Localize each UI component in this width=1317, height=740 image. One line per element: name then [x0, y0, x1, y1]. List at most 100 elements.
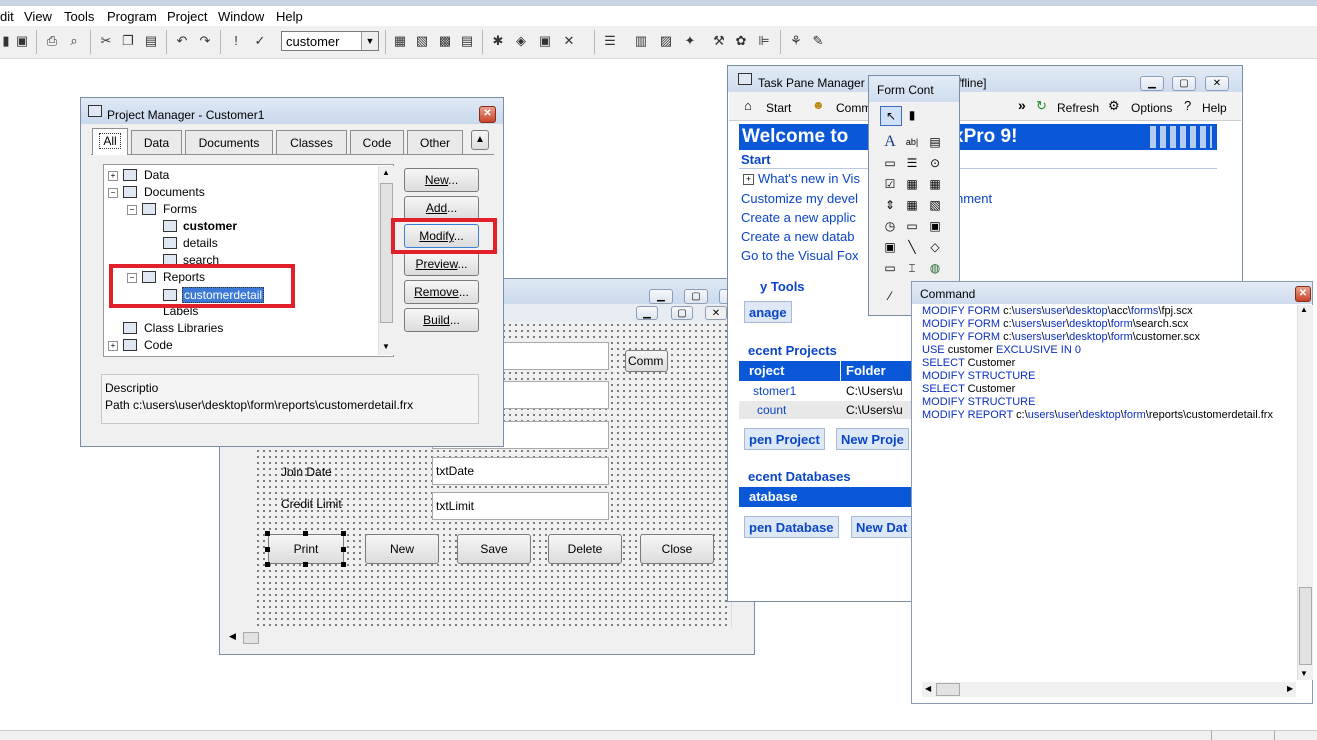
command-line[interactable]: MODIFY FORM c:\users\user\desktop\form\s… — [922, 318, 1188, 330]
command-line[interactable]: MODIFY FORM c:\users\user\desktop\form\c… — [922, 331, 1200, 343]
tab-other[interactable]: Other — [407, 130, 463, 154]
home-icon[interactable]: ⌂ — [744, 98, 752, 113]
command-line[interactable]: MODIFY FORM c:\users\user\desktop\acc\fo… — [922, 305, 1193, 317]
refresh-icon[interactable]: ↻ — [1036, 98, 1047, 114]
add-button[interactable]: Add... — [404, 196, 479, 220]
properties-icon[interactable]: ⚒ — [709, 31, 729, 51]
data-environment-icon[interactable]: ✦ — [680, 31, 700, 51]
label-icon[interactable]: A — [880, 133, 900, 151]
line-icon[interactable]: ╲ — [902, 238, 922, 256]
command-line[interactable]: USE customer EXCLUSIVE IN 0 — [922, 344, 1081, 356]
print-button[interactable]: Print — [268, 534, 344, 564]
command-window-icon[interactable]: ▦ — [390, 31, 410, 51]
paste-icon[interactable]: ▤ — [141, 31, 161, 51]
project-manager-titlebar[interactable]: Project Manager - Customer1 — [81, 98, 503, 124]
image-icon[interactable]: ▧ — [925, 196, 945, 214]
menu-window[interactable]: Window — [218, 9, 264, 24]
build-button[interactable]: Build... — [404, 308, 479, 332]
textbox-icon[interactable]: ab| — [902, 133, 922, 151]
builder-lock-icon[interactable]: ▮ — [902, 106, 922, 124]
minimize-icon[interactable]: ▁ — [1140, 76, 1164, 91]
container-icon[interactable]: ▭ — [880, 259, 900, 277]
run-icon[interactable]: ! — [226, 31, 246, 51]
copy-icon[interactable]: ❐ — [118, 31, 138, 51]
tree-vertical-scrollbar[interactable]: ▲ ▼ — [378, 166, 394, 355]
tab-data[interactable]: Data — [131, 130, 182, 154]
tree-node-forms[interactable]: Forms — [163, 202, 197, 216]
modify-icon[interactable]: ✓ — [250, 31, 270, 51]
hyperlink-icon[interactable]: ◍ — [925, 259, 945, 277]
txtdate-textbox[interactable]: txtDate — [432, 457, 609, 485]
maximize-icon[interactable]: ▢ — [1172, 76, 1196, 91]
tab-all[interactable]: All — [92, 128, 128, 155]
color-palette-icon[interactable]: ▨ — [656, 31, 676, 51]
community-icon[interactable]: ☻ — [812, 98, 825, 112]
inner-maximize-icon[interactable]: ▢ — [671, 306, 693, 320]
open-database-button[interactable]: pen Database — [744, 516, 839, 538]
new-button[interactable]: New... — [404, 168, 479, 192]
menu-view[interactable]: View — [24, 9, 52, 24]
collapse-toggle-button[interactable]: ▲ — [471, 130, 489, 150]
scrollbar-thumb[interactable] — [243, 632, 259, 644]
command-line[interactable]: SELECT Customer — [922, 357, 1015, 369]
toolbox-icon[interactable]: ✕ — [559, 31, 579, 51]
ole-container-icon[interactable]: ▣ — [925, 217, 945, 235]
cut-icon[interactable]: ✂ — [96, 31, 116, 51]
new-application-link[interactable]: Create a new applic — [741, 210, 856, 225]
save-button[interactable]: Save — [457, 534, 531, 564]
preview-button[interactable]: Preview... — [404, 252, 479, 276]
shape-icon[interactable]: ◇ — [925, 238, 945, 256]
command-line[interactable]: MODIFY STRUCTURE — [922, 370, 1035, 382]
form-controls-toolbar-icon[interactable]: ▥ — [631, 31, 651, 51]
autoformat-icon[interactable]: ✎ — [808, 31, 828, 51]
scroll-up-icon[interactable]: ▲ — [382, 168, 390, 177]
scroll-down-icon[interactable]: ▼ — [382, 342, 390, 351]
txtlimit-textbox[interactable]: txtLimit — [432, 492, 609, 520]
new-database-button[interactable]: New Dat — [851, 516, 913, 538]
scrollbar-thumb[interactable] — [936, 683, 960, 696]
object-browser-icon[interactable]: ▣ — [535, 31, 555, 51]
tab-code[interactable]: Code — [350, 130, 404, 154]
collapse-icon[interactable]: − — [127, 205, 137, 215]
minimize-icon[interactable]: ▁ — [649, 289, 673, 304]
customize-link-tail[interactable]: nment — [956, 191, 992, 206]
more-chevron-icon[interactable]: » — [1018, 97, 1026, 113]
grid-icon[interactable]: ▦ — [902, 196, 922, 214]
code-icon[interactable]: ✿ — [731, 31, 751, 51]
pageframe-icon[interactable]: ▭ — [902, 217, 922, 235]
maximize-icon[interactable]: ▢ — [684, 289, 708, 304]
report-icon[interactable]: ▤ — [457, 31, 477, 51]
nav-start[interactable]: Start — [766, 101, 791, 115]
help-icon[interactable]: ? — [1184, 98, 1191, 113]
spinner-icon[interactable]: ⇕ — [880, 196, 900, 214]
scroll-left-icon[interactable]: ◀ — [925, 684, 931, 693]
builder-icon[interactable]: ⚘ — [786, 31, 806, 51]
class-browser-icon[interactable]: ◈ — [511, 31, 531, 51]
tree-node-code[interactable]: Code — [144, 338, 173, 352]
editbox-icon[interactable]: ▤ — [925, 133, 945, 151]
command-vertical-scrollbar[interactable]: ▲ ▼ — [1297, 305, 1313, 680]
close-icon[interactable]: ✕ — [1295, 286, 1311, 302]
separator-icon[interactable]: ⌶ — [902, 259, 922, 277]
tab-order-icon[interactable]: ⊫ — [754, 31, 774, 51]
open-project-button[interactable]: pen Project — [744, 428, 825, 450]
expand-icon[interactable]: + — [108, 171, 118, 181]
scroll-left-icon[interactable]: ◀ — [229, 631, 236, 642]
nav-community[interactable]: Comm — [836, 101, 871, 115]
project-name[interactable]: count — [757, 403, 786, 417]
remove-button[interactable]: Remove... — [404, 280, 479, 304]
menu-edit[interactable]: dit — [0, 9, 14, 24]
command-button-partial[interactable]: Comm — [625, 350, 668, 372]
tree-node-customer-form[interactable]: customer — [183, 219, 237, 233]
visual-foxpro-link[interactable]: Go to the Visual Fox — [741, 248, 859, 263]
tree-node-class-libraries[interactable]: Class Libraries — [144, 321, 223, 335]
save-icon[interactable]: ▣ — [12, 31, 32, 51]
undo-icon[interactable]: ↶ — [172, 31, 192, 51]
new-database-link[interactable]: Create a new datab — [741, 229, 854, 244]
tree-node-documents[interactable]: Documents — [144, 185, 205, 199]
project-name[interactable]: stomer1 — [753, 384, 796, 398]
scroll-up-icon[interactable]: ▲ — [1300, 305, 1308, 314]
checkbox-icon[interactable]: ☑ — [880, 175, 900, 193]
inner-close-icon[interactable]: ✕ — [705, 306, 727, 320]
command-group-icon[interactable]: ☰ — [902, 154, 922, 172]
